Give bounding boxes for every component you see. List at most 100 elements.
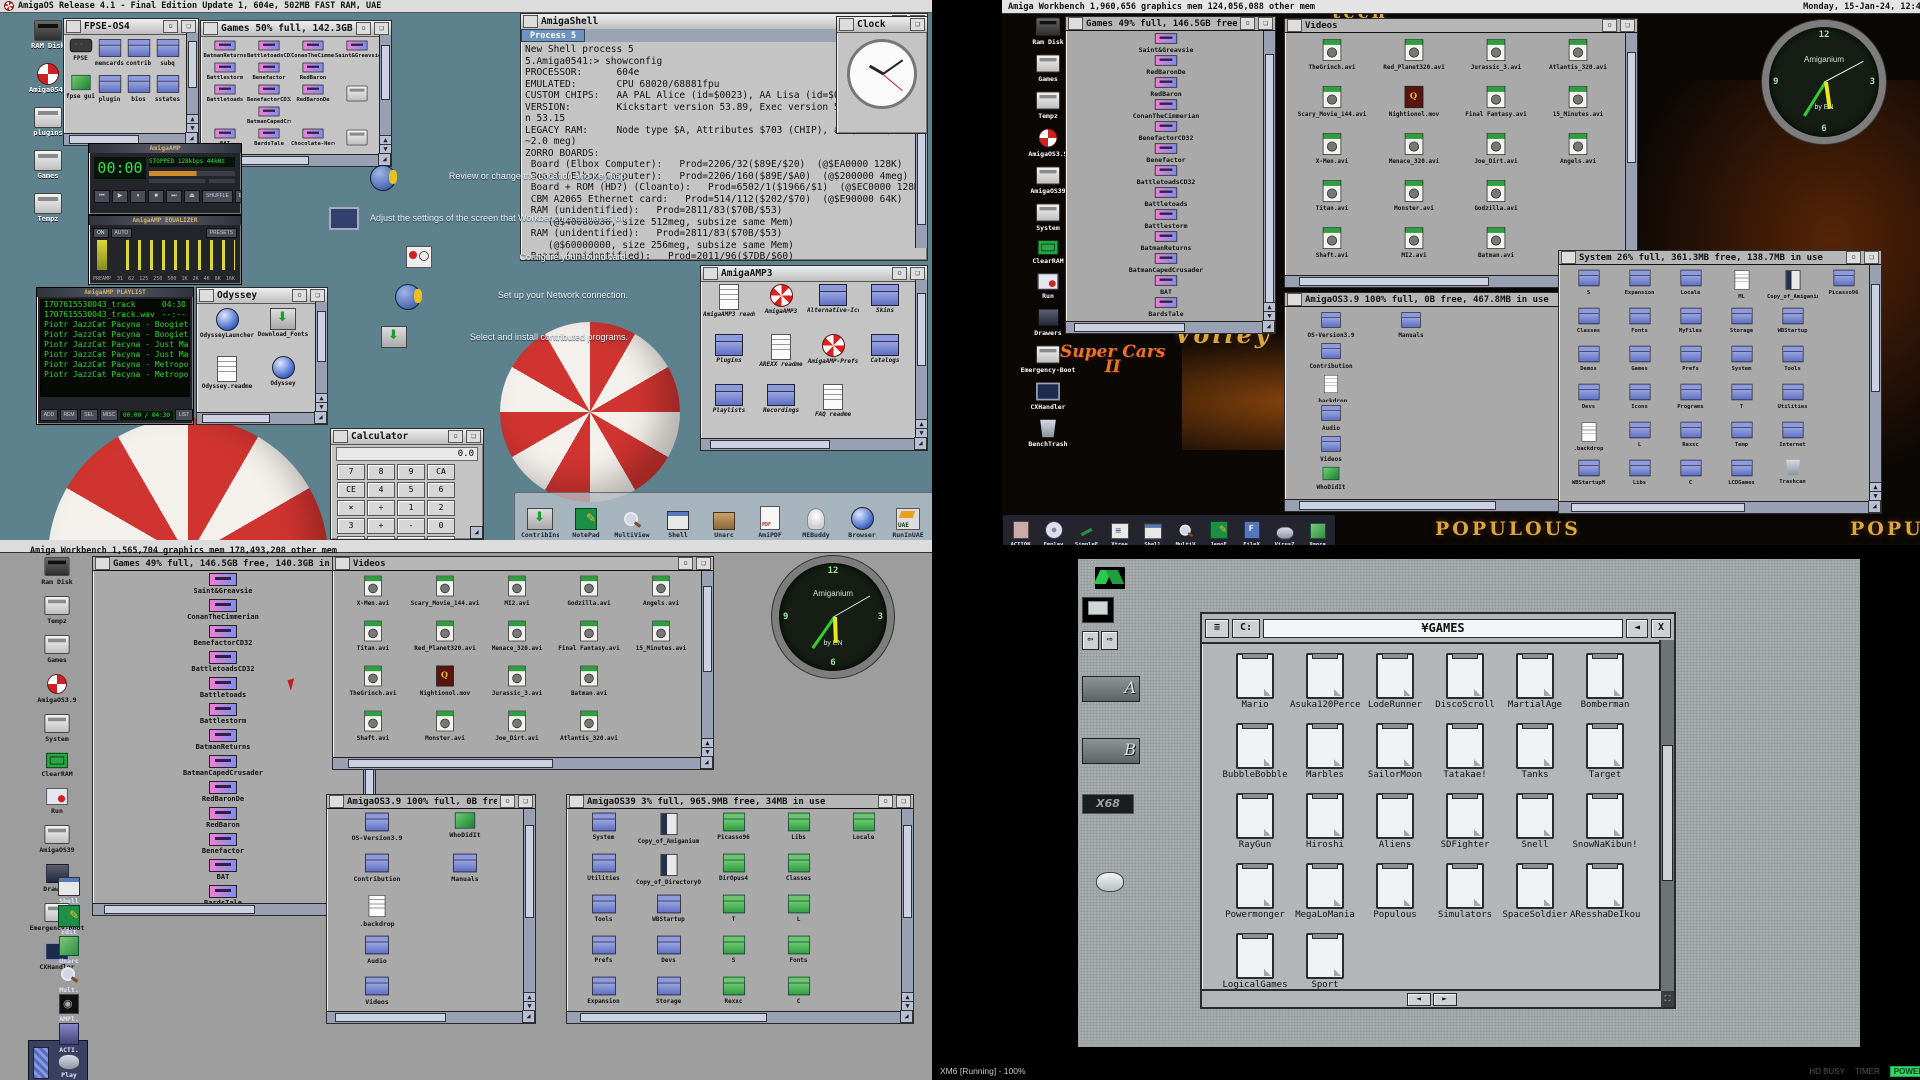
file-icon[interactable]: Recordings <box>755 384 807 434</box>
file-icon[interactable]: DiscoScroll <box>1430 650 1500 720</box>
file-icon[interactable]: Skins <box>859 284 911 334</box>
desktop-icon[interactable]: Games <box>18 634 96 664</box>
file-icon[interactable]: .backdrop <box>333 893 421 934</box>
eq-on-button[interactable]: ON <box>93 228 109 238</box>
sel-button[interactable]: SEL <box>80 409 98 421</box>
next-button[interactable]: ⏭ <box>166 190 182 203</box>
screen-titlebar[interactable]: AmigaOS Release 4.1 - Final Edition Upda… <box>0 0 932 13</box>
file-icon[interactable]: DirOpus4 <box>701 852 766 893</box>
depth-gadget[interactable]: ❏ <box>1864 251 1879 264</box>
depth-gadget[interactable]: ❏ <box>518 795 533 808</box>
titlebar[interactable]: Calculator▫❏ <box>331 429 483 445</box>
file-icon[interactable]: Atlantis_320.avi <box>553 708 625 753</box>
file-icon[interactable]: Saint&Greavsie <box>133 573 313 599</box>
close-gadget[interactable] <box>335 557 350 570</box>
desktop-icon[interactable]: Tempz <box>18 595 96 625</box>
desktop-icon[interactable]: AmigaOS39 <box>18 824 96 854</box>
titlebar[interactable]: Clock❏ <box>837 17 927 33</box>
file-icon[interactable] <box>831 934 896 975</box>
playlist-row[interactable]: 1707615530043_track.wav--:-- <box>41 310 189 320</box>
file-icon[interactable]: MartialAge <box>1500 650 1570 720</box>
file-icon[interactable]: Fonts <box>1614 305 1665 343</box>
dock-item[interactable]: VirusZ <box>1271 525 1298 545</box>
window-videos[interactable]: Videos▫❏ X-Men.avi Scary_Movie_144.avi M… <box>332 556 714 770</box>
dock-item[interactable]: Play <box>55 1054 83 1079</box>
horizontal-scrollbar[interactable]: ◄ ► <box>1202 989 1661 1007</box>
volume-slider[interactable] <box>149 179 205 183</box>
titlebar[interactable]: AmigaOS39 3% full, 965.9MB free, 34MB in… <box>567 795 913 809</box>
titlebar[interactable]: AmigaAMP3▫❏ <box>701 266 927 282</box>
system-icon[interactable] <box>1082 597 1114 623</box>
close-gadget[interactable] <box>203 22 218 35</box>
calc-key[interactable]: 2 <box>427 500 455 516</box>
close-gadget[interactable] <box>703 267 718 280</box>
file-icon[interactable]: Jurassic_3.avi <box>481 663 553 708</box>
file-icon[interactable]: MegaLoMania <box>1290 860 1360 930</box>
file-icon[interactable] <box>625 708 697 753</box>
zoom-gadget[interactable]: ▫ <box>163 20 178 33</box>
file-icon[interactable] <box>831 893 896 934</box>
zoom-gadget[interactable]: ▫ <box>292 289 307 302</box>
file-icon[interactable]: Download_Fonts <box>255 308 311 356</box>
titlebar[interactable]: Odyssey▫❏ <box>197 288 327 304</box>
close-gadget[interactable] <box>66 20 81 33</box>
floppy-drive-a[interactable]: A <box>1082 676 1140 702</box>
depth-gadget[interactable]: ❏ <box>181 20 196 33</box>
file-icon[interactable] <box>1818 343 1869 381</box>
horizontal-scrollbar[interactable] <box>1559 501 1871 513</box>
file-icon[interactable]: BubbleBobble <box>1220 720 1290 790</box>
calc-key[interactable]: CE <box>337 482 365 498</box>
file-icon[interactable]: Games <box>1614 343 1665 381</box>
file-icon[interactable]: Scary_Movie_144.avi <box>409 573 481 618</box>
playlist-row[interactable]: Piotr JazzCat Pacyna - Metropolice--:-- <box>41 370 189 380</box>
file-icon[interactable]: C <box>766 975 831 1016</box>
window-amigaos39-full[interactable]: AmigaOS3.9 100% full, 0B free, 467.8MB i… <box>326 794 536 1024</box>
file-icon[interactable]: Simulators <box>1430 860 1500 930</box>
dock-item[interactable]: Browser <box>843 507 881 539</box>
file-icon[interactable]: contrib <box>124 37 153 73</box>
titlebar[interactable]: Games 50% full, 142.3GB free, 144.4GB in… <box>201 21 391 37</box>
shell-tab[interactable]: Process 5 <box>521 29 585 42</box>
file-icon[interactable]: Tatakae! <box>1430 720 1500 790</box>
file-icon[interactable]: BenefactorCD32 <box>247 83 291 105</box>
file-icon[interactable]: C <box>1665 457 1716 495</box>
file-icon[interactable]: Nightionol.mov <box>409 663 481 708</box>
file-icon[interactable]: RedBaronDe <box>291 83 335 105</box>
file-icon[interactable]: VideoGamesIn3D <box>335 127 379 149</box>
file-icon[interactable]: Devs <box>636 934 701 975</box>
file-icon[interactable]: Nightionol.mov <box>1373 84 1455 131</box>
file-icon[interactable]: BatmanCapedCrusader <box>247 105 291 127</box>
dock-item[interactable]: MultiV <box>1172 521 1199 545</box>
file-icon[interactable]: CinemawareGames <box>335 83 379 105</box>
file-icon[interactable]: Tools <box>1767 343 1818 381</box>
depth-gadget[interactable]: ❏ <box>910 267 925 280</box>
eq-button[interactable]: EQ <box>235 190 242 203</box>
file-icon[interactable]: Monster.avi <box>409 708 481 753</box>
file-icon[interactable]: Locale <box>831 811 896 852</box>
sx-logo-icon[interactable] <box>1095 567 1125 589</box>
file-icon[interactable]: BatmanReturns <box>133 729 313 755</box>
dock-item[interactable]: ContribInstall <box>521 508 559 539</box>
file-icon[interactable]: Videos <box>1291 433 1371 464</box>
file-icon[interactable] <box>1371 464 1451 495</box>
file-icon[interactable]: memcards <box>95 37 124 73</box>
depth-gadget[interactable]: ❏ <box>1258 17 1273 30</box>
file-icon[interactable]: 15_Minutes.avi <box>625 618 697 663</box>
file-icon[interactable]: Utilities <box>571 852 636 893</box>
window-videos[interactable]: Videos▫❏ TheGrinch.avi Red_Planet320.avi… <box>1284 18 1638 288</box>
desktop-icon[interactable]: System <box>18 713 96 743</box>
file-icon[interactable]: ConanTheCimmerian <box>1086 98 1246 120</box>
file-icon[interactable]: LodeRunner <box>1360 650 1430 720</box>
file-icon[interactable]: WBStartup <box>636 893 701 934</box>
resize-gadget[interactable]: ◢ <box>914 437 927 450</box>
file-icon[interactable]: RedBaronDe <box>1086 54 1246 76</box>
close-gadget[interactable] <box>1287 19 1302 32</box>
file-icon[interactable] <box>421 934 509 975</box>
close-gadget[interactable] <box>523 15 538 28</box>
file-icon[interactable]: Mario <box>1220 650 1290 720</box>
dock-item[interactable]: Unarc <box>705 512 743 539</box>
file-icon[interactable]: Battletoads <box>203 83 247 105</box>
eq-sliders[interactable] <box>117 240 235 270</box>
drive-select-button[interactable]: C: <box>1232 619 1260 638</box>
desktop-icon[interactable]: BenchTrash <box>1008 418 1088 448</box>
